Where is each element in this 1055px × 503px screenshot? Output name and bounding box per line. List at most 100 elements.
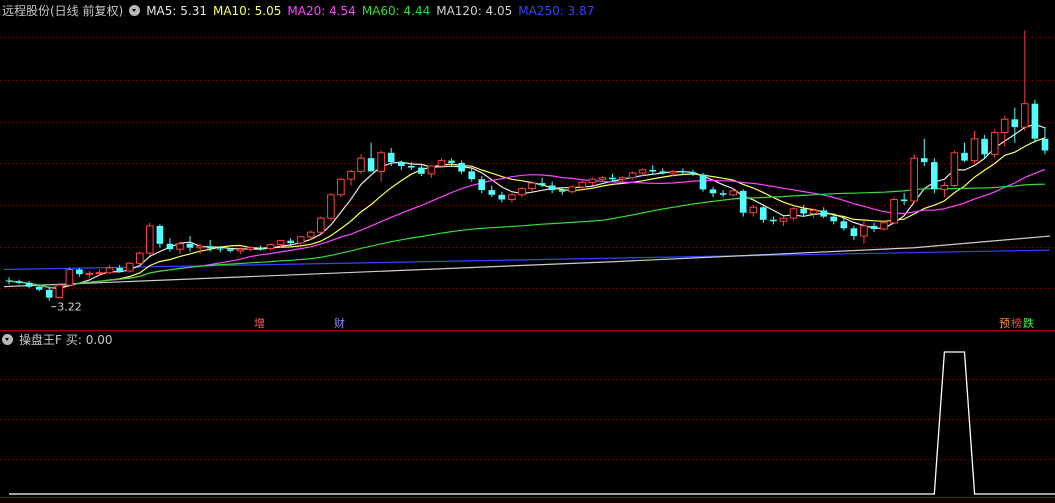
candle-body bbox=[5, 280, 13, 282]
candle-body bbox=[76, 269, 83, 275]
candle-body bbox=[558, 190, 566, 192]
candle-body bbox=[518, 188, 526, 196]
ma20-line bbox=[8, 168, 1046, 289]
candle-body bbox=[176, 243, 184, 250]
candle-body bbox=[65, 269, 74, 286]
candle-body bbox=[981, 138, 988, 155]
candle-body bbox=[105, 267, 114, 274]
ma20-value: MA20: 4.54 bbox=[287, 4, 356, 18]
candle-body bbox=[448, 160, 455, 163]
candle-body bbox=[287, 240, 294, 243]
ma120-value: MA120: 4.05 bbox=[436, 4, 513, 18]
candle-body bbox=[296, 236, 305, 244]
candle-body bbox=[940, 185, 949, 190]
candle-body bbox=[880, 222, 888, 230]
die-marker[interactable]: 跌 bbox=[1022, 317, 1035, 331]
candle-body bbox=[638, 169, 647, 174]
candle-body bbox=[25, 282, 33, 287]
candle-body bbox=[729, 190, 738, 196]
candle-body bbox=[800, 208, 807, 214]
candle-body bbox=[125, 262, 134, 272]
candle-body bbox=[55, 284, 64, 299]
candle-body bbox=[659, 171, 667, 173]
candle-body bbox=[458, 162, 465, 172]
sub-chart-header: 操盘王F 买: 0.00 bbox=[2, 331, 118, 349]
ma60-line bbox=[8, 183, 1046, 289]
candle-body bbox=[146, 225, 154, 254]
candle-body bbox=[900, 199, 908, 202]
chevron-down-icon[interactable] bbox=[2, 334, 13, 345]
candle-body bbox=[1000, 118, 1009, 134]
candle-body bbox=[408, 166, 415, 168]
candle-body bbox=[367, 158, 375, 172]
candle-body bbox=[568, 186, 577, 193]
ma250-value: MA250: 3.87 bbox=[518, 4, 595, 18]
candle-body bbox=[970, 138, 979, 162]
candle-body bbox=[890, 199, 898, 224]
candle-body bbox=[15, 281, 23, 283]
ma5-value: MA5: 5.31 bbox=[146, 4, 207, 18]
candle-body bbox=[478, 179, 485, 191]
zeng-marker[interactable]: 增 bbox=[253, 317, 266, 331]
candle-body bbox=[749, 206, 758, 214]
candle-body bbox=[156, 225, 164, 244]
candle-body bbox=[227, 249, 234, 251]
candle-body bbox=[206, 246, 214, 249]
chevron-down-icon[interactable] bbox=[129, 5, 141, 16]
candle-body bbox=[588, 178, 597, 183]
cai-marker[interactable]: 财 bbox=[333, 317, 346, 331]
candle-body bbox=[649, 169, 656, 172]
candle-body bbox=[689, 172, 697, 175]
candle-body bbox=[760, 207, 767, 220]
candle-body bbox=[377, 152, 385, 173]
candle-body bbox=[266, 244, 275, 250]
candle-body bbox=[216, 248, 224, 250]
candle-body bbox=[246, 247, 255, 250]
candle-body bbox=[196, 245, 204, 249]
candle-body bbox=[990, 132, 999, 155]
ma10-value: MA10: 5.05 bbox=[212, 4, 282, 18]
candle-body bbox=[840, 221, 848, 229]
candle-body bbox=[931, 162, 938, 190]
candle-body bbox=[257, 247, 264, 249]
candle-body bbox=[437, 160, 446, 167]
candle-body bbox=[679, 171, 687, 173]
candle-body bbox=[327, 194, 335, 219]
ma5-line bbox=[8, 123, 1046, 290]
candle-body bbox=[116, 268, 123, 272]
candle-body bbox=[1031, 103, 1039, 139]
candle-body bbox=[548, 185, 556, 191]
stock-name: 远程股份(日线 前复权) bbox=[2, 4, 124, 18]
candle-body bbox=[578, 181, 587, 188]
candle-body bbox=[860, 225, 868, 237]
low-price-label: 3.22 bbox=[57, 301, 81, 314]
candle-body bbox=[85, 272, 94, 275]
candle-body bbox=[387, 152, 395, 163]
candle-body bbox=[1011, 119, 1019, 128]
candle-body bbox=[770, 219, 777, 222]
candle-body bbox=[45, 289, 53, 298]
indicator-value: 买: 0.00 bbox=[65, 333, 113, 347]
candle-body bbox=[809, 209, 818, 214]
candle-body bbox=[357, 157, 365, 172]
candle-body bbox=[186, 243, 194, 248]
candle-body bbox=[1021, 103, 1029, 128]
candle-body bbox=[398, 162, 405, 166]
candle-body bbox=[910, 157, 919, 202]
candle-body bbox=[709, 189, 717, 194]
candle-body bbox=[699, 174, 707, 190]
candle-body bbox=[427, 165, 436, 175]
candle-body bbox=[950, 152, 959, 187]
main-chart-header: 远程股份(日线 前复权) MA5: 5.31 MA10: 5.05 MA20: 4.5… bbox=[2, 2, 600, 20]
candle-body bbox=[468, 171, 475, 180]
candle-body bbox=[306, 231, 315, 238]
candle-body bbox=[488, 190, 496, 195]
candle-body bbox=[498, 194, 506, 200]
candle-body bbox=[528, 182, 536, 190]
candle-body bbox=[739, 190, 747, 213]
candle-body bbox=[628, 172, 637, 179]
candle-body bbox=[166, 243, 174, 250]
candle-body bbox=[961, 152, 968, 161]
ma60-value: MA60: 4.44 bbox=[361, 4, 431, 18]
candle-body bbox=[347, 170, 355, 180]
